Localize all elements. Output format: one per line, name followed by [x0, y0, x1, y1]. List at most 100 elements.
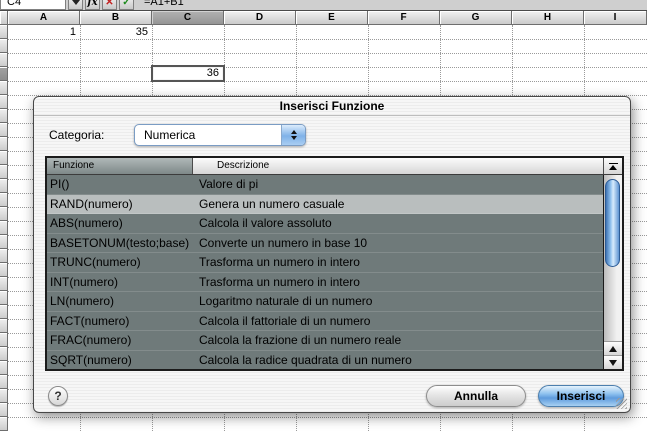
column-header-c[interactable]: C: [152, 11, 224, 25]
row-header-21[interactable]: [0, 305, 8, 319]
function-list-item[interactable]: ABS(numero)Calcola il valore assoluto: [47, 214, 603, 234]
function-description: Calcola la frazione di un numero reale: [193, 333, 603, 347]
row-header-5[interactable]: [0, 81, 8, 95]
cancel-button[interactable]: Annulla: [426, 385, 526, 407]
help-button[interactable]: ?: [48, 386, 68, 406]
resize-grip[interactable]: [616, 398, 627, 409]
popup-arrows-icon: [281, 125, 305, 145]
row-header-27[interactable]: [0, 389, 8, 403]
row-header-18[interactable]: [0, 263, 8, 277]
function-list-item[interactable]: INT(numero)Trasforma un numero in intero: [47, 273, 603, 293]
column-header-f[interactable]: F: [368, 11, 440, 25]
column-header-funzione[interactable]: Funzione: [47, 158, 193, 174]
function-list-item[interactable]: FRAC(numero)Calcola la frazione di un nu…: [47, 331, 603, 351]
row-header-20[interactable]: [0, 291, 8, 305]
sort-order-button[interactable]: [603, 158, 622, 174]
function-list-item[interactable]: TRUNC(numero)Trasforma un numero in inte…: [47, 253, 603, 273]
list-scrollbar[interactable]: [603, 175, 622, 369]
fx-icon: fx: [87, 0, 97, 8]
function-name: INT(numero): [47, 275, 193, 289]
dialog-title: Inserisci Funzione: [34, 97, 630, 116]
sort-order-icon: [609, 163, 618, 164]
row-header-4[interactable]: [0, 67, 8, 81]
row-headers: [0, 25, 8, 431]
function-name: ABS(numero): [47, 216, 193, 230]
accept-entry-button[interactable]: ✓: [119, 0, 134, 10]
row-header-10[interactable]: [0, 151, 8, 165]
function-list-item[interactable]: FACT(numero)Calcola il fattoriale di un …: [47, 312, 603, 332]
column-header-descrizione[interactable]: Descrizione: [193, 158, 603, 174]
formula-text[interactable]: =A1+B1: [144, 0, 184, 8]
function-list-item[interactable]: BASETONUM(testo;base)Converte un numero …: [47, 234, 603, 254]
row-header-7[interactable]: [0, 109, 8, 123]
row-header-29[interactable]: [0, 417, 8, 431]
cell-value[interactable]: 35: [80, 25, 152, 39]
scroll-down-button[interactable]: [604, 355, 622, 369]
cancel-x-icon: ✕: [105, 0, 113, 8]
scroll-up-button[interactable]: [604, 341, 622, 355]
cell-reference-box[interactable]: C4: [0, 0, 66, 10]
cancel-entry-button[interactable]: ✕: [102, 0, 117, 10]
insert-button[interactable]: Inserisci: [538, 385, 624, 407]
column-header-e[interactable]: E: [296, 11, 368, 25]
category-popup-menu[interactable]: Numerica: [134, 124, 306, 146]
row-header-11[interactable]: [0, 165, 8, 179]
row-header-15[interactable]: [0, 221, 8, 235]
insert-function-dialog: Inserisci Funzione Categoria: Numerica F…: [33, 96, 631, 413]
row-header-17[interactable]: [0, 249, 8, 263]
row-header-6[interactable]: [0, 95, 8, 109]
corner-header[interactable]: [0, 11, 8, 25]
function-list-item[interactable]: RAND(numero)Genera un numero casuale: [47, 195, 603, 215]
row-header-8[interactable]: [0, 123, 8, 137]
function-list: Funzione Descrizione PI()Valore di piRAN…: [45, 156, 624, 371]
grid-line: [8, 417, 647, 418]
function-name: TRUNC(numero): [47, 255, 193, 269]
column-header-g[interactable]: G: [440, 11, 512, 25]
function-name: BASETONUM(testo;base): [47, 236, 193, 250]
formula-bar: C4 fx ✕ ✓ =A1+B1: [0, 0, 647, 11]
row-header-14[interactable]: [0, 207, 8, 221]
column-header-a[interactable]: A: [8, 11, 80, 25]
insert-function-button[interactable]: fx: [85, 0, 100, 10]
column-header-b[interactable]: B: [80, 11, 152, 25]
dropdown-arrow-icon: [72, 0, 80, 5]
selected-cell[interactable]: 36: [151, 65, 225, 82]
category-label: Categoria:: [49, 128, 104, 142]
column-header-d[interactable]: D: [224, 11, 296, 25]
grid-line: [8, 81, 647, 82]
function-list-item[interactable]: PI()Valore di pi: [47, 175, 603, 195]
function-description: Logaritmo naturale di un numero: [193, 294, 603, 308]
row-header-24[interactable]: [0, 347, 8, 361]
function-description: Genera un numero casuale: [193, 197, 603, 211]
row-header-9[interactable]: [0, 137, 8, 151]
column-header-i[interactable]: I: [584, 11, 647, 25]
grid-line: [8, 67, 647, 68]
row-header-13[interactable]: [0, 193, 8, 207]
function-list-item[interactable]: SQRT(numero)Calcola la radice quadrata d…: [47, 351, 603, 370]
cell-reference-dropdown-button[interactable]: [68, 0, 83, 10]
scroll-down-icon: [609, 360, 617, 366]
function-list-item[interactable]: LN(numero)Logaritmo naturale di un numer…: [47, 292, 603, 312]
row-header-12[interactable]: [0, 179, 8, 193]
column-headers: ABCDEFGHI: [0, 11, 647, 25]
function-description: Calcola il valore assoluto: [193, 216, 603, 230]
column-header-h[interactable]: H: [512, 11, 584, 25]
row-header-22[interactable]: [0, 319, 8, 333]
row-header-1[interactable]: [0, 25, 8, 39]
scroll-up-icon: [609, 346, 617, 352]
row-header-23[interactable]: [0, 333, 8, 347]
accept-check-icon: ✓: [122, 0, 130, 8]
function-description: Valore di pi: [193, 177, 603, 191]
row-header-25[interactable]: [0, 361, 8, 375]
row-header-16[interactable]: [0, 235, 8, 249]
function-name: FRAC(numero): [47, 333, 193, 347]
row-header-19[interactable]: [0, 277, 8, 291]
function-list-rows: PI()Valore di piRAND(numero)Genera un nu…: [47, 175, 603, 369]
scrollbar-thumb[interactable]: [605, 179, 620, 267]
row-header-28[interactable]: [0, 403, 8, 417]
cell-value[interactable]: 1: [8, 25, 80, 39]
row-header-2[interactable]: [0, 39, 8, 53]
row-header-26[interactable]: [0, 375, 8, 389]
row-header-3[interactable]: [0, 53, 8, 67]
function-name: FACT(numero): [47, 314, 193, 328]
